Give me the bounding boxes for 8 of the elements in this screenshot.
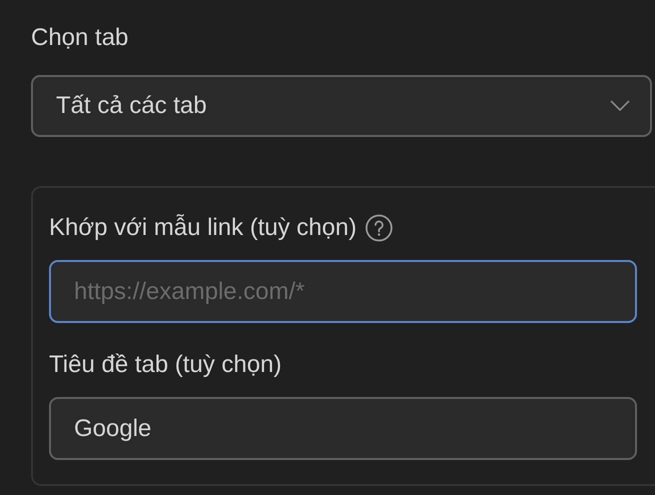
help-icon[interactable] [364, 214, 393, 242]
field-label: Khớp với mẫu link (tuỳ chọn) [49, 213, 357, 243]
field-label: Chọn tab [31, 23, 130, 53]
input-field[interactable]: https://example.com/* [49, 260, 637, 323]
input-field[interactable]: Google [49, 397, 637, 460]
tab-dropdown[interactable]: Tất cả các tab [31, 75, 652, 137]
field-label: Tiêu đề tab (tuỳ chọn) [49, 350, 282, 380]
chevron-down-icon [610, 100, 630, 112]
